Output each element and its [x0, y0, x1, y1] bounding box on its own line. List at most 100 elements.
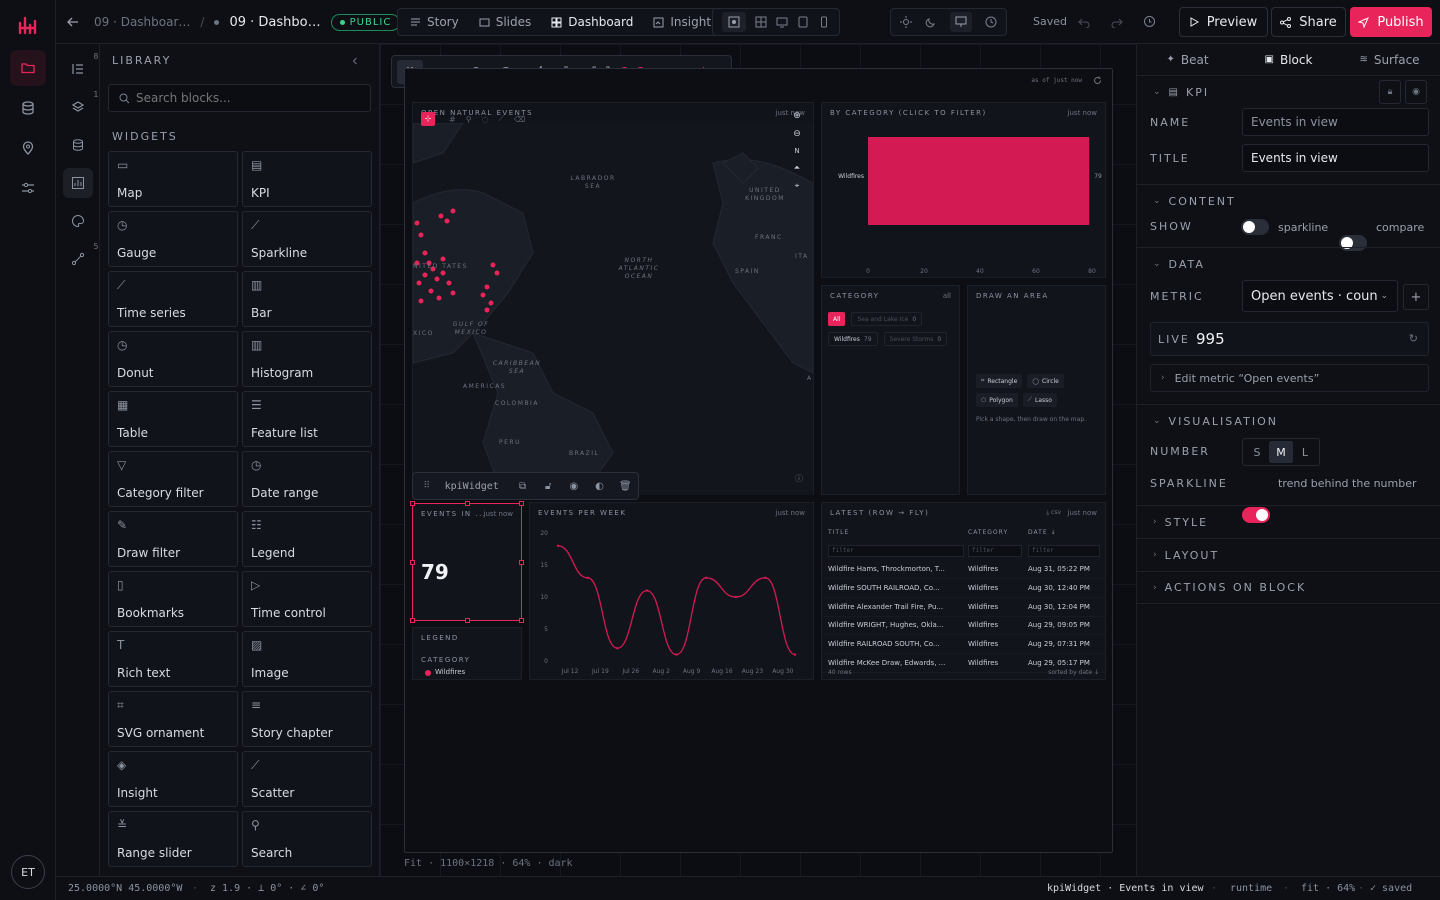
- category-chip[interactable]: Sea and Lake Ice 0: [851, 312, 923, 326]
- mode-story[interactable]: Story: [401, 9, 468, 35]
- bar-chart[interactable]: 0 20 40 60 80 Wildfires 79: [822, 119, 1107, 277]
- refresh-icon[interactable]: [1093, 76, 1102, 85]
- widget-search[interactable]: ⚲ Search: [242, 811, 372, 867]
- widget-story-chapter[interactable]: ≡ Story chapter: [242, 691, 372, 747]
- resize-handle-se[interactable]: [519, 618, 524, 623]
- widget-image[interactable]: ▨ Image: [242, 631, 372, 687]
- tablet-icon[interactable]: [797, 16, 809, 28]
- back-arrow-icon[interactable]: [66, 15, 80, 29]
- rail2-routes-button[interactable]: 5: [63, 242, 99, 274]
- zoom-out-icon[interactable]: ⊖: [793, 129, 801, 139]
- resize-handle-s[interactable]: [465, 618, 470, 623]
- widget-time-series[interactable]: ⟋ Time series: [108, 271, 238, 327]
- resize-handle-nw[interactable]: [410, 501, 415, 506]
- style-section-header[interactable]: › STYLE: [1137, 505, 1440, 538]
- map-info-icon[interactable]: ⓘ: [795, 473, 803, 484]
- widget-range-slider[interactable]: ≚ Range slider: [108, 811, 238, 867]
- lock-icon[interactable]: 🔓︎: [535, 481, 561, 492]
- widget-sparkline[interactable]: ⟋ Sparkline: [242, 211, 372, 267]
- table-row[interactable]: Wildfire WRIGHT, Hughes, Okla... Wildfire…: [822, 617, 1105, 636]
- table-filter[interactable]: filter: [828, 545, 964, 557]
- widget-svg-ornament[interactable]: ⌗ SVG ornament: [108, 691, 238, 747]
- bar-wildfires[interactable]: [868, 137, 1090, 225]
- line-point[interactable]: [764, 576, 767, 579]
- preview-button[interactable]: Preview: [1179, 7, 1268, 37]
- desktop-icon[interactable]: [776, 16, 788, 28]
- sun-icon[interactable]: [900, 16, 912, 28]
- line-chart-panel[interactable]: EVENTS PER WEEK just now 0 5 10 15 20 Jul 12 J…: [529, 502, 814, 680]
- name-field[interactable]: Events in view: [1242, 108, 1429, 136]
- rail2-widgets-button[interactable]: [62, 168, 93, 198]
- phone-icon[interactable]: [818, 16, 830, 28]
- widget-histogram[interactable]: ▥ Histogram: [242, 331, 372, 387]
- app-logo[interactable]: [0, 14, 55, 36]
- rail2-layers-button[interactable]: 1: [63, 90, 99, 122]
- widget-table[interactable]: ▦ Table: [108, 391, 238, 447]
- category-chip[interactable]: Wildfires 79: [828, 332, 878, 346]
- collapse-chevron-icon[interactable]: [350, 56, 360, 66]
- hide-block-button[interactable]: ◉: [1405, 80, 1427, 104]
- table-row[interactable]: Wildfire Hams, Throckmorton, T... Wildfir…: [822, 561, 1105, 579]
- map-panel[interactable]: OPEN NATURAL EVENTS just now LABRADOR SE…: [412, 102, 814, 495]
- line-point[interactable]: [645, 589, 649, 592]
- canvas[interactable]: Save map view as of just now OPEN NATURA…: [380, 44, 1136, 876]
- line-point[interactable]: [704, 576, 708, 579]
- title-field[interactable]: Events in view: [1242, 144, 1429, 172]
- table-header[interactable]: CATEGORY: [968, 529, 1008, 536]
- resize-handle-e[interactable]: [519, 560, 524, 565]
- widget-rich-text[interactable]: T Rich text: [108, 631, 238, 687]
- block-type-header[interactable]: ⌄ ▤ KPI: [1153, 82, 1209, 102]
- resize-handle-sw[interactable]: [410, 618, 415, 623]
- table-header[interactable]: TITLE: [828, 529, 849, 536]
- map-line-icon[interactable]: ⟋: [499, 114, 505, 124]
- version-history-icon[interactable]: [1143, 15, 1156, 28]
- line-point[interactable]: [586, 576, 589, 579]
- line-point[interactable]: [675, 653, 678, 656]
- map-select-tool[interactable]: ⊹: [421, 112, 435, 126]
- rail-projects-button[interactable]: [9, 50, 46, 86]
- visibility-icon[interactable]: ◉: [561, 481, 587, 492]
- mode-slides[interactable]: Slides: [470, 9, 541, 35]
- size-l[interactable]: L: [1293, 441, 1317, 463]
- draw-tool-rectangle[interactable]: ⌗ Rectangle: [976, 374, 1023, 388]
- resize-handle-ne[interactable]: [519, 501, 524, 506]
- rail-data-button[interactable]: [10, 90, 46, 126]
- line-point[interactable]: [734, 595, 737, 599]
- zoom-in-icon[interactable]: ⊕: [793, 111, 801, 121]
- line-chart[interactable]: 0 5 10 15 20 Jul 12 Jul 19 Jul 26 Aug 2 Aug 9 Aug …: [530, 521, 815, 681]
- tilt-icon[interactable]: ⏶: [794, 163, 800, 173]
- delete-icon[interactable]: 🗑︎: [612, 481, 638, 492]
- tab-beat[interactable]: ✦ Beat: [1137, 53, 1238, 67]
- content-section-header[interactable]: ⌄ CONTENT: [1137, 184, 1440, 217]
- map-trash-icon[interactable]: ⌫: [514, 115, 525, 124]
- category-all-link[interactable]: all: [943, 292, 951, 300]
- widget-gauge[interactable]: ◷ Gauge: [108, 211, 238, 267]
- size-m[interactable]: M: [1269, 441, 1293, 463]
- rail2-theme-button[interactable]: [63, 206, 93, 236]
- duplicate-icon[interactable]: ⧉: [510, 481, 536, 492]
- bar-chart-panel[interactable]: BY CATEGORY (CLICK TO FILTER) just now 0…: [821, 102, 1106, 278]
- widget-legend[interactable]: ☷ Legend: [242, 511, 372, 567]
- resize-handle-w[interactable]: [410, 560, 415, 565]
- draw-tool-polygon[interactable]: ⬠ Polygon: [976, 393, 1018, 407]
- widget-map[interactable]: ▭ Map: [108, 151, 238, 207]
- tab-block[interactable]: ▣ Block: [1238, 53, 1339, 67]
- tab-surface[interactable]: ≋ Surface: [1339, 53, 1440, 67]
- widget-donut[interactable]: ◷ Donut: [108, 331, 238, 387]
- line-point[interactable]: [556, 544, 560, 547]
- user-avatar[interactable]: ET: [11, 855, 45, 889]
- rail-settings-button[interactable]: [10, 170, 46, 206]
- size-s[interactable]: S: [1245, 441, 1269, 463]
- widget-feature-list[interactable]: ☰ Feature list: [242, 391, 372, 447]
- widget-bookmarks[interactable]: ▯ Bookmarks: [108, 571, 238, 627]
- undo-icon[interactable]: [1078, 16, 1090, 28]
- rail2-outline-button[interactable]: 8: [63, 52, 99, 84]
- widget-draw-filter[interactable]: ✎ Draw filter: [108, 511, 238, 567]
- mode-dashboard[interactable]: Dashboard: [542, 9, 642, 35]
- widget-insight[interactable]: ◈ Insight: [108, 751, 238, 807]
- line-series[interactable]: [557, 545, 796, 656]
- grid-layout-icon[interactable]: [755, 16, 767, 28]
- category-chip[interactable]: Severe Storms 0: [883, 332, 948, 346]
- add-metric-button[interactable]: +: [1403, 284, 1429, 310]
- widget-bar[interactable]: ▥ Bar: [242, 271, 372, 327]
